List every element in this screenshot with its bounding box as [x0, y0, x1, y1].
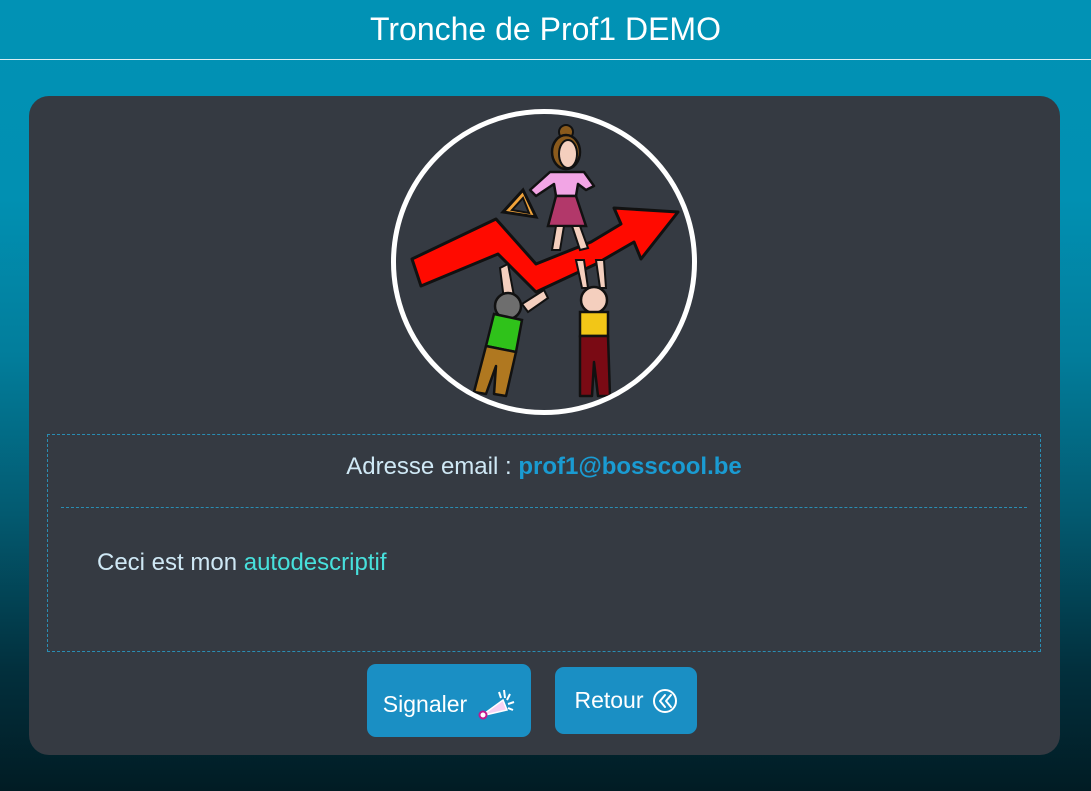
email-label: Adresse email : — [346, 453, 512, 480]
top-bar: Tronche de Prof1 DEMO — [0, 0, 1091, 60]
back-button-label: Retour — [574, 687, 644, 713]
info-divider — [61, 507, 1027, 508]
profile-card: Adresse email : prof1@bosscool.be Ceci e… — [29, 96, 1060, 755]
back-button[interactable]: Retour — [555, 667, 697, 734]
teamwork-rising-arrow-avatar-icon — [410, 124, 680, 398]
report-button[interactable]: Signaler — [367, 664, 531, 737]
profile-info-box: Adresse email : prof1@bosscool.be Ceci e… — [47, 434, 1041, 652]
profile-avatar — [391, 109, 697, 415]
party-popper-icon — [475, 688, 515, 722]
email-line: Adresse email : prof1@bosscool.be — [48, 453, 1040, 481]
email-value[interactable]: prof1@bosscool.be — [518, 453, 741, 480]
report-button-label: Signaler — [382, 691, 468, 717]
description-highlight: autodescriptif — [243, 549, 387, 576]
page-title: Tronche de Prof1 DEMO — [370, 11, 721, 47]
description-prefix: Ceci est mon — [97, 549, 238, 576]
double-chevron-left-circle-icon — [652, 688, 678, 714]
profile-description: Ceci est mon autodescriptif — [97, 549, 386, 577]
